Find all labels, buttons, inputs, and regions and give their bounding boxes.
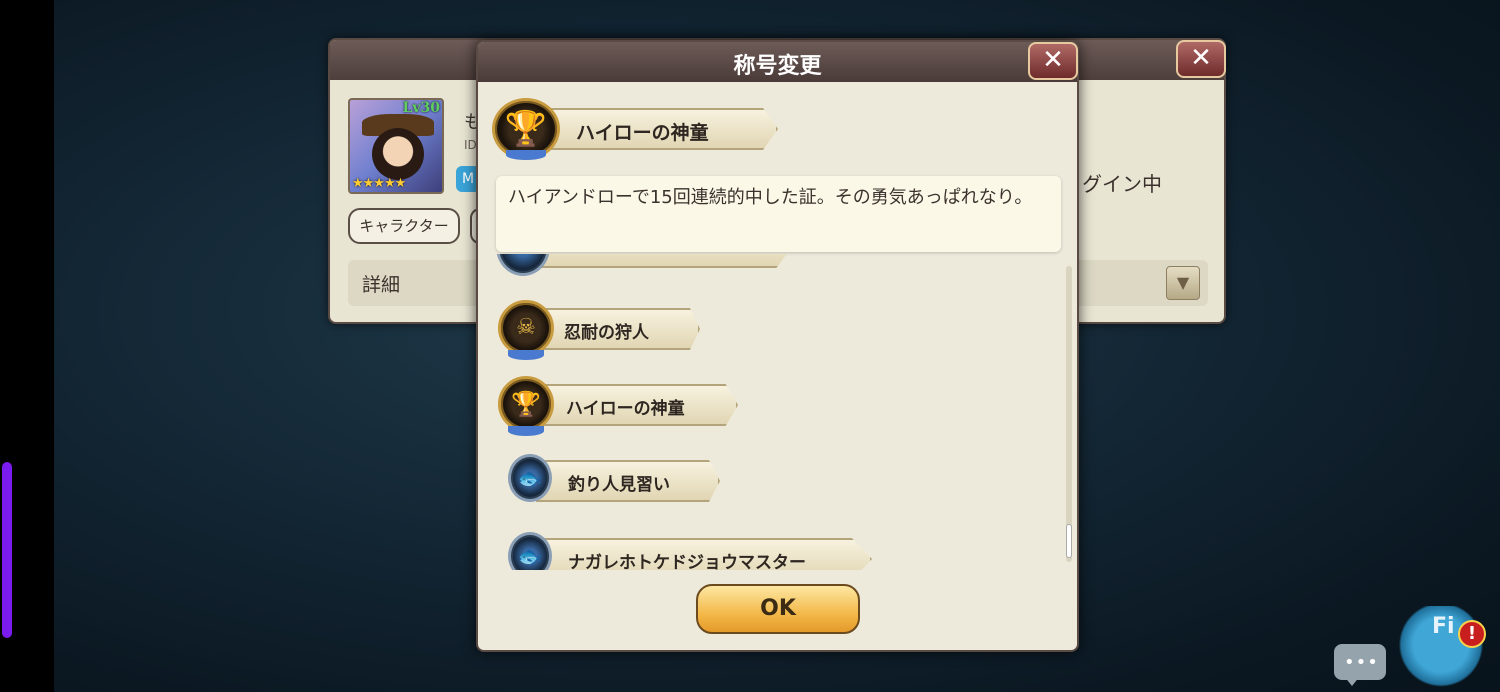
detail-label: 詳細 [362, 274, 401, 296]
title-ribbon [532, 254, 792, 268]
mascot-label: Fi [1432, 614, 1455, 639]
title-change-dialog: 称号変更 ✕ ハイローの神童 🏆 ハイアンドローで15回連続的中した証。その勇気… [476, 40, 1079, 652]
badge-ribbon-decoration [508, 350, 544, 360]
dialog-close-button[interactable]: ✕ [1028, 42, 1078, 80]
dropdown-button[interactable]: ▼ [1166, 266, 1200, 300]
selected-title-label: ハイローの神童 [576, 122, 709, 144]
chat-icon[interactable]: ••• [1334, 644, 1386, 686]
title-list[interactable]: ☠ 忍耐の狩人 🏆 ハイローの神童 🐟 釣り人見習い 🐟 ナガレホトケドジョウマ… [492, 254, 1062, 570]
fish-badge-icon: 🐟 [508, 532, 552, 570]
player-id: ID [464, 138, 477, 152]
list-item[interactable]: 🏆 ハイローの神童 [492, 376, 912, 442]
scrollbar-track[interactable] [1066, 266, 1072, 562]
avatar-level: Lv30 [402, 100, 440, 116]
fish-badge-icon: 🐟 [508, 454, 552, 502]
profile-close-button[interactable]: ✕ [1176, 40, 1226, 78]
alert-icon[interactable]: ! [1458, 620, 1486, 648]
chevron-down-icon: ▼ [1176, 273, 1190, 292]
trophy-badge-icon: 🏆 [498, 376, 554, 432]
badge-ribbon-decoration [506, 150, 546, 160]
list-item[interactable]: ☠ 忍耐の狩人 [492, 300, 912, 366]
left-edge-bar [0, 0, 54, 692]
list-item[interactable] [492, 254, 912, 280]
close-icon: ✕ [1190, 43, 1212, 73]
title-label: ハイローの神童 [566, 399, 685, 419]
dialog-header: 称号変更 [478, 42, 1077, 82]
list-item[interactable]: 🐟 釣り人見習い [492, 452, 912, 518]
list-item[interactable]: 🐟 ナガレホトケドジョウマスター [492, 528, 912, 570]
selected-title-display: ハイローの神童 🏆 [490, 98, 790, 160]
badge-ribbon-decoration [508, 426, 544, 436]
character-button[interactable]: キャラクター [348, 208, 460, 244]
title-label: 忍耐の狩人 [564, 323, 649, 343]
avatar-face [372, 128, 424, 180]
chat-tail [1344, 676, 1360, 686]
badge-icon [496, 254, 550, 276]
login-status: グイン中 [1082, 172, 1162, 196]
side-panel-handle[interactable] [2, 462, 12, 638]
title-description-tooltip: ハイアンドローで15回連続的中した証。その勇気あっぱれなり。 [496, 176, 1061, 252]
avatar[interactable]: Lv30 ★★★★★ [348, 98, 444, 194]
title-label: ナガレホトケドジョウマスター [568, 553, 806, 570]
hunter-badge-icon: ☠ [498, 300, 554, 356]
avatar-rarity-stars: ★★★★★ [352, 176, 406, 191]
chat-dots: ••• [1344, 652, 1379, 673]
scrollbar-thumb[interactable] [1066, 524, 1072, 558]
dialog-title: 称号変更 [733, 54, 822, 79]
title-description: ハイアンドローで15回連続的中した証。その勇気あっぱれなり。 [508, 187, 1033, 208]
close-icon: ✕ [1042, 45, 1064, 75]
ok-button[interactable]: OK [696, 584, 860, 634]
title-label: 釣り人見習い [568, 475, 670, 495]
